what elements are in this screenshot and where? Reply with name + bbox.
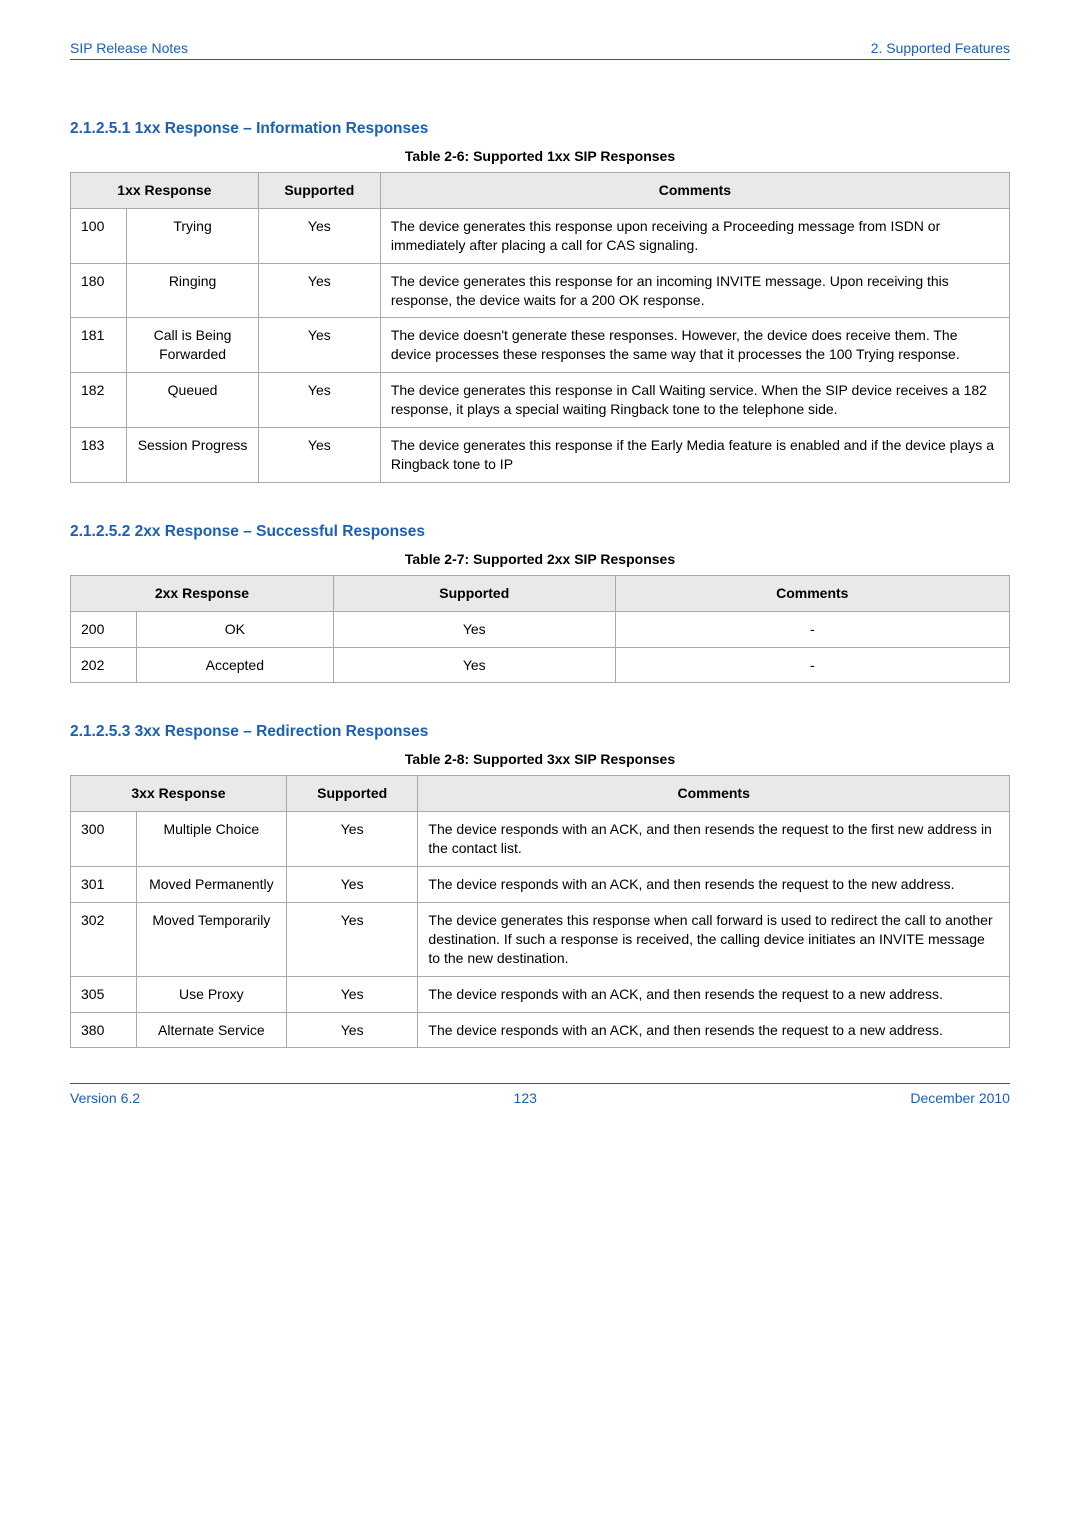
table-row: 183 Session Progress Yes The device gene… xyxy=(71,428,1010,483)
cell-code: 100 xyxy=(71,208,127,263)
cell-code: 302 xyxy=(71,903,137,977)
cell-name: Queued xyxy=(127,373,258,428)
cell-name: OK xyxy=(136,611,333,647)
table-header-row: 3xx Response Supported Comments xyxy=(71,776,1010,812)
cell-supported: Yes xyxy=(258,318,380,373)
page-header: SIP Release Notes 2. Supported Features xyxy=(70,40,1010,60)
table-row: 301 Moved Permanently Yes The device res… xyxy=(71,867,1010,903)
th-supported: Supported xyxy=(333,575,615,611)
cell-comment: The device doesn't generate these respon… xyxy=(380,318,1009,373)
table-row: 302 Moved Temporarily Yes The device gen… xyxy=(71,903,1010,977)
th-response: 3xx Response xyxy=(71,776,287,812)
cell-supported: Yes xyxy=(286,903,417,977)
cell-supported: Yes xyxy=(258,208,380,263)
cell-code: 181 xyxy=(71,318,127,373)
table-row: 181 Call is Being Forwarded Yes The devi… xyxy=(71,318,1010,373)
section-1xx: 2.1.2.5.1 1xx Response – Information Res… xyxy=(70,120,1010,483)
section-heading-3xx: 2.1.2.5.3 3xx Response – Redirection Res… xyxy=(70,723,1010,741)
cell-code: 200 xyxy=(71,611,137,647)
table-caption-2xx: Table 2-7: Supported 2xx SIP Responses xyxy=(70,551,1010,567)
section-3xx: 2.1.2.5.3 3xx Response – Redirection Res… xyxy=(70,723,1010,1048)
cell-name: Use Proxy xyxy=(136,976,286,1012)
section-heading-1xx: 2.1.2.5.1 1xx Response – Information Res… xyxy=(70,120,1010,138)
table-row: 300 Multiple Choice Yes The device respo… xyxy=(71,812,1010,867)
table-1xx: 1xx Response Supported Comments 100 Tryi… xyxy=(70,172,1010,483)
cell-comment: - xyxy=(615,647,1009,683)
th-response: 1xx Response xyxy=(71,173,259,209)
cell-supported: Yes xyxy=(286,976,417,1012)
table-header-row: 2xx Response Supported Comments xyxy=(71,575,1010,611)
footer-right: December 2010 xyxy=(910,1090,1010,1106)
cell-code: 180 xyxy=(71,263,127,318)
cell-name: Session Progress xyxy=(127,428,258,483)
cell-comment: - xyxy=(615,611,1009,647)
cell-name: Alternate Service xyxy=(136,1012,286,1048)
cell-comment: The device responds with an ACK, and the… xyxy=(418,976,1010,1012)
cell-supported: Yes xyxy=(286,1012,417,1048)
page-footer: Version 6.2 123 December 2010 xyxy=(70,1083,1010,1106)
table-row: 305 Use Proxy Yes The device responds wi… xyxy=(71,976,1010,1012)
th-supported: Supported xyxy=(286,776,417,812)
table-row: 200 OK Yes - xyxy=(71,611,1010,647)
footer-left: Version 6.2 xyxy=(70,1090,140,1106)
cell-comment: The device generates this response upon … xyxy=(380,208,1009,263)
cell-name: Call is Being Forwarded xyxy=(127,318,258,373)
cell-code: 202 xyxy=(71,647,137,683)
cell-name: Multiple Choice xyxy=(136,812,286,867)
cell-supported: Yes xyxy=(286,812,417,867)
cell-comment: The device responds with an ACK, and the… xyxy=(418,867,1010,903)
cell-comment: The device generates this response for a… xyxy=(380,263,1009,318)
section-2xx: 2.1.2.5.2 2xx Response – Successful Resp… xyxy=(70,523,1010,684)
cell-comment: The device generates this response in Ca… xyxy=(380,373,1009,428)
table-row: 182 Queued Yes The device generates this… xyxy=(71,373,1010,428)
cell-comment: The device responds with an ACK, and the… xyxy=(418,1012,1010,1048)
table-row: 202 Accepted Yes - xyxy=(71,647,1010,683)
th-comments: Comments xyxy=(380,173,1009,209)
table-2xx: 2xx Response Supported Comments 200 OK Y… xyxy=(70,575,1010,684)
table-3xx: 3xx Response Supported Comments 300 Mult… xyxy=(70,775,1010,1048)
cell-code: 380 xyxy=(71,1012,137,1048)
table-row: 380 Alternate Service Yes The device res… xyxy=(71,1012,1010,1048)
th-comments: Comments xyxy=(418,776,1010,812)
cell-name: Trying xyxy=(127,208,258,263)
th-response: 2xx Response xyxy=(71,575,334,611)
footer-page-number: 123 xyxy=(514,1090,537,1106)
th-supported: Supported xyxy=(258,173,380,209)
cell-name: Accepted xyxy=(136,647,333,683)
cell-supported: Yes xyxy=(286,867,417,903)
table-row: 180 Ringing Yes The device generates thi… xyxy=(71,263,1010,318)
section-heading-2xx: 2.1.2.5.2 2xx Response – Successful Resp… xyxy=(70,523,1010,541)
cell-supported: Yes xyxy=(258,428,380,483)
cell-supported: Yes xyxy=(333,647,615,683)
cell-supported: Yes xyxy=(333,611,615,647)
cell-name: Ringing xyxy=(127,263,258,318)
table-row: 100 Trying Yes The device generates this… xyxy=(71,208,1010,263)
cell-code: 300 xyxy=(71,812,137,867)
header-left: SIP Release Notes xyxy=(70,40,188,56)
cell-name: Moved Temporarily xyxy=(136,903,286,977)
header-right: 2. Supported Features xyxy=(871,40,1010,56)
cell-name: Moved Permanently xyxy=(136,867,286,903)
cell-code: 305 xyxy=(71,976,137,1012)
table-caption-3xx: Table 2-8: Supported 3xx SIP Responses xyxy=(70,751,1010,767)
cell-supported: Yes xyxy=(258,263,380,318)
cell-code: 183 xyxy=(71,428,127,483)
cell-comment: The device generates this response when … xyxy=(418,903,1010,977)
cell-code: 182 xyxy=(71,373,127,428)
cell-supported: Yes xyxy=(258,373,380,428)
table-caption-1xx: Table 2-6: Supported 1xx SIP Responses xyxy=(70,148,1010,164)
cell-code: 301 xyxy=(71,867,137,903)
cell-comment: The device responds with an ACK, and the… xyxy=(418,812,1010,867)
th-comments: Comments xyxy=(615,575,1009,611)
cell-comment: The device generates this response if th… xyxy=(380,428,1009,483)
table-header-row: 1xx Response Supported Comments xyxy=(71,173,1010,209)
